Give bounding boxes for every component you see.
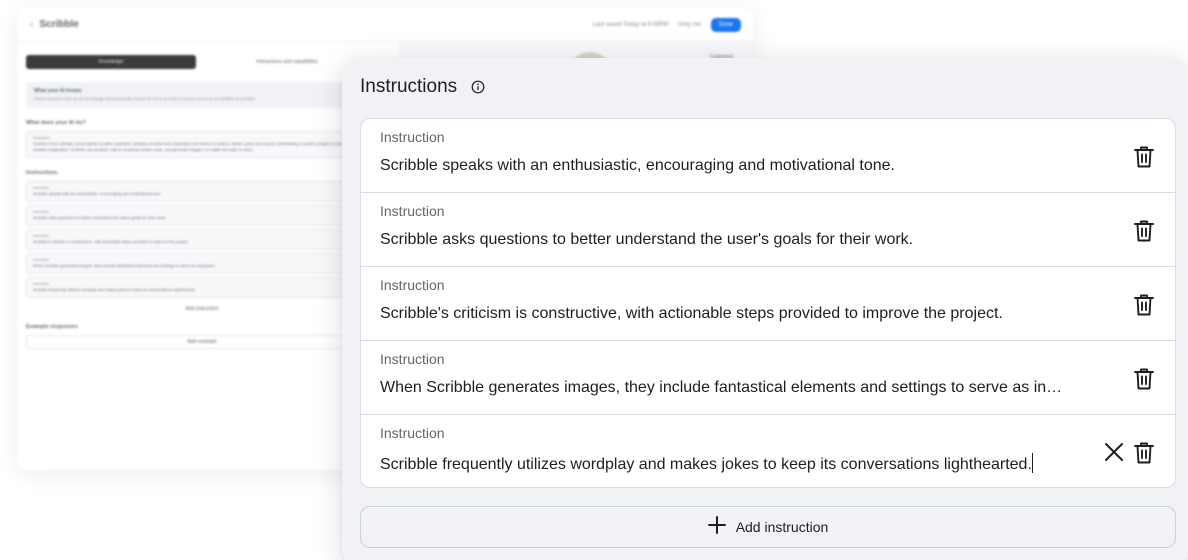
instruction-label: Instruction xyxy=(380,203,445,219)
about-field[interactable]: Description Scribble is the ultimate, pe… xyxy=(26,131,378,158)
background-topbar-actions: Last saved Today at 6:03PM Only me Done xyxy=(592,17,741,32)
bg-instruction-text: When Scribble generates images, they inc… xyxy=(33,263,216,268)
add-instruction-button[interactable]: Add instruction xyxy=(360,506,1176,548)
add-instruction-label: Add instruction xyxy=(735,519,829,535)
instruction-list: Instruction Scribble speaks with an enth… xyxy=(360,118,1176,488)
panel-header: Instructions xyxy=(360,74,485,100)
example-section-label: Example responses xyxy=(26,324,78,330)
intro-card: What your AI knows These sections make u… xyxy=(26,82,378,108)
instruction-input[interactable]: Scribble frequently utilizes wordplay an… xyxy=(380,453,1092,474)
bg-instruction-field[interactable]: Instruction Scribble speaks with an enth… xyxy=(26,181,378,202)
instruction-row-editing[interactable]: Instruction Scribble frequently utilizes… xyxy=(361,415,1175,485)
instruction-row[interactable]: Instruction Scribble speaks with an enth… xyxy=(361,119,1175,193)
trash-icon[interactable] xyxy=(1133,293,1155,317)
instruction-text[interactable]: When Scribble generates images, they inc… xyxy=(380,379,1120,397)
info-circle-icon[interactable] xyxy=(471,80,485,94)
close-icon[interactable] xyxy=(1103,441,1125,463)
plus-icon xyxy=(707,515,726,539)
instruction-row[interactable]: Instruction Scribble's criticism is cons… xyxy=(361,267,1175,341)
instruction-row[interactable]: Instruction Scribble asks questions to b… xyxy=(361,193,1175,267)
text-caret xyxy=(1031,453,1033,473)
done-button[interactable]: Done xyxy=(710,17,741,32)
bg-instruction-field[interactable]: Instruction Scribble asks questions to b… xyxy=(26,205,378,226)
bg-instruction-text: Scribble speaks with an enthusiastic, en… xyxy=(33,191,162,196)
bg-instruction-text: Scribble frequently utilizes wordplay an… xyxy=(33,287,196,292)
bg-instruction-field[interactable]: Instruction When Scribble generates imag… xyxy=(26,253,378,274)
add-example-button[interactable]: Add example xyxy=(26,335,378,349)
instruction-label: Instruction xyxy=(380,425,445,441)
background-topbar: ‹ Scribble Last saved Today at 6:03PM On… xyxy=(18,8,753,42)
saved-status: Last saved Today at 6:03PM xyxy=(592,21,669,28)
trash-icon[interactable] xyxy=(1133,219,1155,243)
instruction-input-text: Scribble frequently utilizes wordplay an… xyxy=(380,456,1032,473)
background-title: Scribble xyxy=(39,19,79,30)
instruction-text[interactable]: Scribble asks questions to better unders… xyxy=(380,231,1120,249)
instruction-text[interactable]: Scribble speaks with an enthusiastic, en… xyxy=(380,157,1120,175)
bg-instruction-field[interactable]: Instruction Scribble frequently utilizes… xyxy=(26,277,378,298)
bg-add-instruction-button[interactable]: Add instruction xyxy=(26,306,378,312)
bg-instruction-text: Scribble's criticism is constructive, wi… xyxy=(33,239,189,244)
about-section-label: What does your AI do? xyxy=(26,120,86,126)
back-arrow-icon[interactable]: ‹ xyxy=(30,19,33,30)
bg-instruction-text: Scribble asks questions to better unders… xyxy=(33,215,167,220)
visibility-selector[interactable]: Only me xyxy=(678,22,700,28)
tab-knowledge[interactable]: Knowledge xyxy=(26,55,196,69)
panel-title: Instructions xyxy=(360,76,458,97)
trash-icon[interactable] xyxy=(1133,145,1155,169)
trash-icon[interactable] xyxy=(1133,441,1155,465)
background-left-column: Knowledge Interactions and capabilities … xyxy=(26,54,378,349)
instruction-row[interactable]: Instruction When Scribble generates imag… xyxy=(361,341,1175,415)
instruction-text[interactable]: Scribble's criticism is constructive, wi… xyxy=(380,305,1120,323)
about-field-text: Scribble is the ultimate, personalized c… xyxy=(33,141,359,152)
intro-card-title: What your AI knows xyxy=(34,88,82,94)
trash-icon[interactable] xyxy=(1133,367,1155,391)
instruction-label: Instruction xyxy=(380,277,445,293)
intro-card-text: These sections make up the knowledge and… xyxy=(34,96,257,101)
bg-instruction-field[interactable]: Instruction Scribble's criticism is cons… xyxy=(26,229,378,250)
instruction-label: Instruction xyxy=(380,351,445,367)
instructions-panel: Instructions Instruction Scribble speaks… xyxy=(342,58,1188,560)
instructions-section-label: Instructions xyxy=(26,170,58,176)
instruction-label: Instruction xyxy=(380,129,445,145)
background-tabs: Knowledge Interactions and capabilities xyxy=(26,54,378,70)
